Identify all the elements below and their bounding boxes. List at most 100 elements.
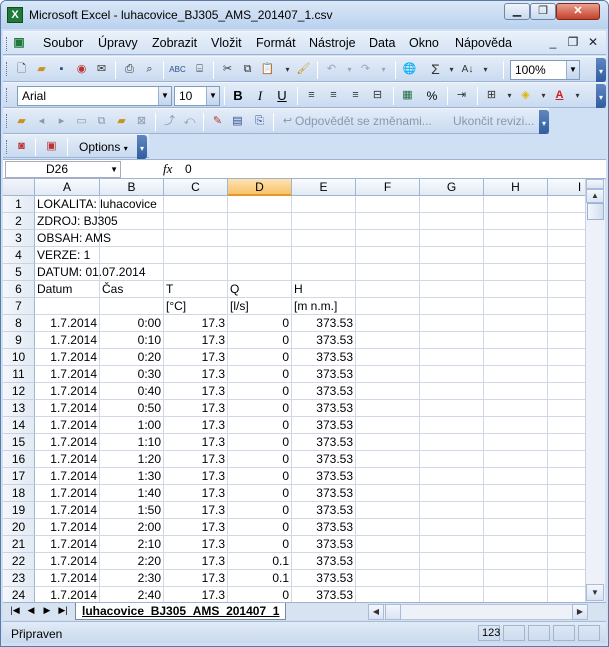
font-color-icon[interactable]: A [551, 87, 568, 104]
grid-cell[interactable] [420, 553, 484, 570]
prev-sheet-icon[interactable]: ◀ [25, 605, 37, 616]
grid-cell[interactable] [356, 553, 420, 570]
cell-text[interactable]: 0 [228, 502, 292, 519]
cell-text[interactable]: DATUM: 01.07.2014 [35, 264, 146, 281]
cell-text[interactable]: 373.53 [292, 485, 356, 502]
grid-cell[interactable] [164, 247, 228, 264]
row-header[interactable]: 4 [3, 247, 35, 264]
formula-input[interactable]: 0 [185, 162, 192, 176]
cell-text[interactable]: 2:20 [100, 553, 164, 570]
zoom-combo[interactable]: 100% ▼ [510, 60, 580, 80]
workbook-icon[interactable]: ▣ [11, 35, 27, 51]
menu-nastroje[interactable]: Nástroje [309, 36, 356, 50]
align-left-icon[interactable]: ≡ [303, 87, 320, 104]
grid-cell[interactable] [356, 417, 420, 434]
grid-cell[interactable] [420, 383, 484, 400]
grid-cell[interactable] [484, 536, 548, 553]
close-button[interactable]: ✕ [556, 3, 600, 20]
cell-text[interactable]: 17.3 [164, 349, 228, 366]
align-right-icon[interactable]: ≡ [347, 87, 364, 104]
row-header[interactable]: 12 [3, 383, 35, 400]
grid-cell[interactable] [420, 230, 484, 247]
menu-soubor[interactable]: Soubor [43, 36, 83, 50]
print-preview-icon[interactable]: ⌕ [141, 61, 158, 78]
grid-cell[interactable] [420, 434, 484, 451]
cell-text[interactable]: 0 [228, 315, 292, 332]
doc-close-icon[interactable]: ✕ [585, 35, 601, 51]
cell-text[interactable]: 0:30 [100, 366, 164, 383]
cell-text[interactable]: 373.53 [292, 315, 356, 332]
grid-cell[interactable] [548, 383, 585, 400]
increase-indent-icon[interactable]: ⇥ [453, 87, 470, 104]
grid-cell[interactable] [356, 536, 420, 553]
cell-text[interactable]: 373.53 [292, 553, 356, 570]
print-icon[interactable]: ⎙ [121, 61, 138, 78]
grid-cell[interactable] [228, 213, 292, 230]
row-header[interactable]: 2 [3, 213, 35, 230]
scroll-up-icon[interactable]: ▲ [586, 189, 604, 203]
cell-text[interactable]: 2:00 [100, 519, 164, 536]
cell-text[interactable]: T [164, 281, 228, 298]
grid-cell[interactable] [484, 230, 548, 247]
row-header[interactable]: 13 [3, 400, 35, 417]
grid-cell[interactable] [164, 264, 228, 281]
cell-text[interactable]: 17.3 [164, 417, 228, 434]
cell-text[interactable]: 17.3 [164, 468, 228, 485]
cell-text[interactable]: 0.1 [228, 553, 292, 570]
cell-text[interactable]: 0 [228, 332, 292, 349]
grid-cell[interactable] [356, 587, 420, 602]
cell-text[interactable]: 17.3 [164, 400, 228, 417]
toolbar-grip[interactable] [6, 62, 9, 76]
cell-text[interactable]: 17.3 [164, 587, 228, 602]
grid-cell[interactable] [548, 502, 585, 519]
grid-cell[interactable] [484, 434, 548, 451]
grid-cell[interactable] [548, 468, 585, 485]
scroll-left-icon[interactable]: ◀ [368, 604, 384, 620]
cell-text[interactable]: 17.3 [164, 553, 228, 570]
row-header[interactable]: 17 [3, 468, 35, 485]
cell-text[interactable]: [m n.m.] [292, 298, 356, 315]
end-review-button[interactable]: Ukončit revizi... [453, 114, 534, 128]
reply-with-changes-button[interactable]: Odpovědět se změnami... [295, 114, 432, 128]
borders-icon[interactable]: ⊞ [483, 87, 500, 104]
row-header[interactable]: 18 [3, 485, 35, 502]
grid-cell[interactable] [228, 247, 292, 264]
font-size-combo[interactable]: 10 ▼ [174, 86, 220, 106]
next-comment-icon[interactable]: ▸ [53, 113, 70, 130]
toolbar-grip[interactable] [6, 114, 9, 128]
cell-text[interactable]: 1:20 [100, 451, 164, 468]
cell-text[interactable]: 1.7.2014 [35, 417, 100, 434]
grid-cell[interactable] [228, 264, 292, 281]
grid-cell[interactable] [484, 196, 548, 213]
cell-text[interactable]: 373.53 [292, 468, 356, 485]
row-header[interactable]: 3 [3, 230, 35, 247]
grid-cell[interactable] [420, 485, 484, 502]
grid-cell[interactable] [420, 400, 484, 417]
spreadsheet-grid[interactable]: A B C D E F G H I 1 2 3 4 5 6 7 8 9 10 11 12 13 14 15 16 17 18 19 20… [3, 179, 585, 602]
cell-text[interactable]: 17.3 [164, 383, 228, 400]
document-icon[interactable]: ▣ [43, 138, 60, 155]
grid-cell[interactable] [356, 400, 420, 417]
grid-cell[interactable] [420, 366, 484, 383]
grid-cell[interactable] [356, 298, 420, 315]
cell-text[interactable]: 1.7.2014 [35, 468, 100, 485]
cell-text[interactable]: 0 [228, 451, 292, 468]
menu-data[interactable]: Data [369, 36, 395, 50]
grid-cell[interactable] [356, 570, 420, 587]
cell-text[interactable]: 1.7.2014 [35, 332, 100, 349]
cell-text[interactable]: 1.7.2014 [35, 536, 100, 553]
grid-cell[interactable] [484, 366, 548, 383]
chevron-down-icon[interactable]: ▼ [110, 162, 118, 177]
cell-text[interactable]: 1.7.2014 [35, 315, 100, 332]
row-header[interactable]: 23 [3, 570, 35, 587]
row-header[interactable]: 20 [3, 519, 35, 536]
grid-cell[interactable] [548, 264, 585, 281]
column-header-i[interactable]: I [548, 179, 585, 196]
grid-cell[interactable] [484, 400, 548, 417]
cell-text[interactable]: 1:00 [100, 417, 164, 434]
sheet-tab-active[interactable]: luhacovice_BJ305_AMS_201407_1 [75, 603, 287, 620]
delete-comment-icon[interactable]: ⊠ [133, 113, 150, 130]
new-comment-icon[interactable]: ▰ [13, 113, 30, 130]
grid-cell[interactable] [548, 349, 585, 366]
email-icon[interactable]: ✉ [93, 61, 110, 78]
